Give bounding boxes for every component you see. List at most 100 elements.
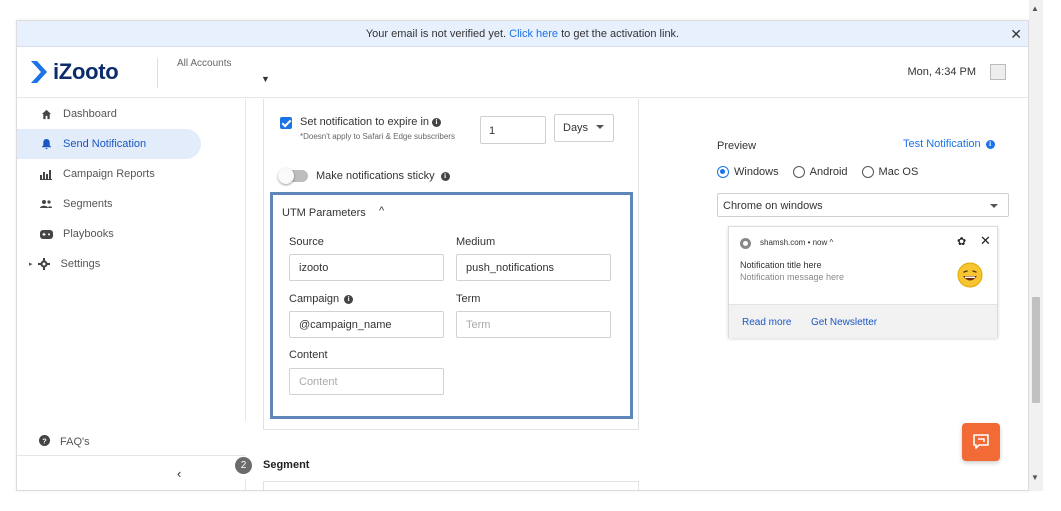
expire-unit-value: Days [563,122,589,134]
utm-parameters-panel: UTM Parameters ^ Source izooto Medium pu… [270,192,633,419]
sidebar-item-settings[interactable]: ▸ Settings [17,249,201,279]
sidebar-item-send-notification[interactable]: Send Notification [17,129,201,159]
activation-link[interactable]: Click here [509,28,558,40]
sidebar-item-campaign-reports[interactable]: Campaign Reports [17,159,201,189]
bar-chart-icon [39,167,53,181]
dropdown-arrow-icon [990,204,998,208]
campaign-field[interactable]: @campaign_name [289,311,444,338]
expire-label: Set notification to expire in [300,116,430,128]
header-divider [157,58,158,88]
segment-card [263,481,639,490]
faq-label: FAQ's [60,436,90,448]
banner-text-after: to get the activation link. [558,28,680,40]
gear-icon [37,257,51,271]
sidebar-item-label: Dashboard [63,108,117,120]
logo-chevron-icon [31,61,47,83]
sidebar-item-label: Playbooks [63,228,114,240]
medium-label: Medium [456,236,496,248]
medium-field[interactable]: push_notifications [456,254,611,281]
expire-note: *Doesn't apply to Safari & Edge subscrib… [300,132,455,141]
scroll-up-icon[interactable]: ▲ [1031,4,1039,13]
notification-title: Notification title here [740,260,822,270]
os-option-windows[interactable]: Windows [717,166,779,178]
gear-icon[interactable]: ✿ [957,235,966,248]
avatar[interactable] [990,64,1006,80]
get-newsletter-button[interactable]: Get Newsletter [811,317,877,328]
step-number-badge: 2 [235,457,252,474]
sidebar-item-label: Campaign Reports [63,168,155,180]
term-field[interactable]: Term [456,311,611,338]
page-scrollbar[interactable] [1029,0,1043,491]
browser-select[interactable]: Chrome on windows [717,193,1009,217]
sidebar-footer: ‹ [17,455,245,490]
chrome-icon [740,238,751,249]
expand-arrow-icon: ▸ [29,261,33,268]
banner-text-before: Your email is not verified yet. [365,28,510,40]
laughing-emoji-icon [957,262,983,288]
sidebar-item-playbooks[interactable]: Playbooks [17,219,201,249]
notification-actions: Read more Get Newsletter [729,304,997,338]
sticky-toggle[interactable] [278,168,308,184]
notification-settings-card: Set notification to expire in i *Doesn't … [263,99,639,430]
collapse-sidebar-button[interactable]: ‹ [177,466,181,481]
banner-close-icon[interactable]: ✕ [1010,21,1022,47]
bell-icon [39,137,53,151]
preview-label: Preview [717,140,757,152]
campaign-label: Campaign [289,293,340,305]
scrollbar-thumb[interactable] [1032,297,1040,403]
os-option-label: Mac OS [878,166,919,178]
info-icon[interactable]: i [985,139,995,149]
read-more-button[interactable]: Read more [742,317,791,328]
help-icon: ? [39,435,50,449]
toggle-knob [278,168,294,184]
izooto-logo[interactable]: iZooto [31,57,119,87]
collapse-chevron-icon[interactable]: ^ [379,205,384,217]
source-label: Source [289,236,324,248]
chat-button[interactable] [962,423,1000,461]
radio-icon [861,166,874,178]
app-frame: Your email is not verified yet. Click he… [16,20,1029,491]
datetime: Mon, 4:34 PM [907,66,976,78]
expire-unit-select[interactable]: Days [554,114,614,142]
faq-link[interactable]: ? FAQ's [39,435,90,449]
verification-banner: Your email is not verified yet. Click he… [17,21,1028,47]
sidebar-item-label: Segments [63,198,113,210]
test-notification-label: Test Notification [903,138,981,150]
info-icon[interactable]: i [432,117,442,127]
logo-text: iZooto [53,59,119,84]
os-radio-group: Windows Android Mac OS [717,166,932,178]
column-divider [245,99,246,421]
test-notification-link[interactable]: Test Notification i [903,138,995,150]
expire-checkbox[interactable] [280,117,292,129]
sidebar-item-segments[interactable]: Segments [17,189,201,219]
source-field[interactable]: izooto [289,254,444,281]
people-icon [39,197,53,211]
notification-message: Notification message here [740,272,845,282]
os-option-macos[interactable]: Mac OS [861,166,919,178]
close-icon[interactable]: ✕ [980,233,991,249]
home-icon [39,107,53,121]
accounts-dropdown-icon[interactable]: ▼ [261,74,270,84]
accounts-label[interactable]: All Accounts [177,58,231,69]
sidebar-item-dashboard[interactable]: Dashboard [17,99,201,129]
expire-value-input[interactable]: 1 [480,116,546,144]
content-label: Content [289,349,328,361]
campaign-label-row: Campaign i [289,293,354,305]
sticky-label-row: Make notifications sticky i [316,170,450,182]
radio-icon [792,166,805,178]
browser-select-value: Chrome on windows [723,200,823,212]
info-icon[interactable]: i [440,171,450,181]
chat-icon [973,434,989,449]
scroll-down-icon[interactable]: ▼ [1031,473,1039,482]
os-option-android[interactable]: Android [792,166,848,178]
sidebar: Dashboard Send Notification Campaign Rep… [17,99,245,490]
dropdown-arrow-icon [596,125,604,129]
svg-text:?: ? [42,436,47,445]
info-icon[interactable]: i [344,294,354,304]
sidebar-item-label: Send Notification [63,138,147,150]
radio-selected-icon [717,166,729,178]
content-field[interactable]: Content [289,368,444,395]
utm-title[interactable]: UTM Parameters [282,207,366,219]
os-option-label: Windows [734,166,779,178]
sticky-label: Make notifications sticky [316,170,435,182]
